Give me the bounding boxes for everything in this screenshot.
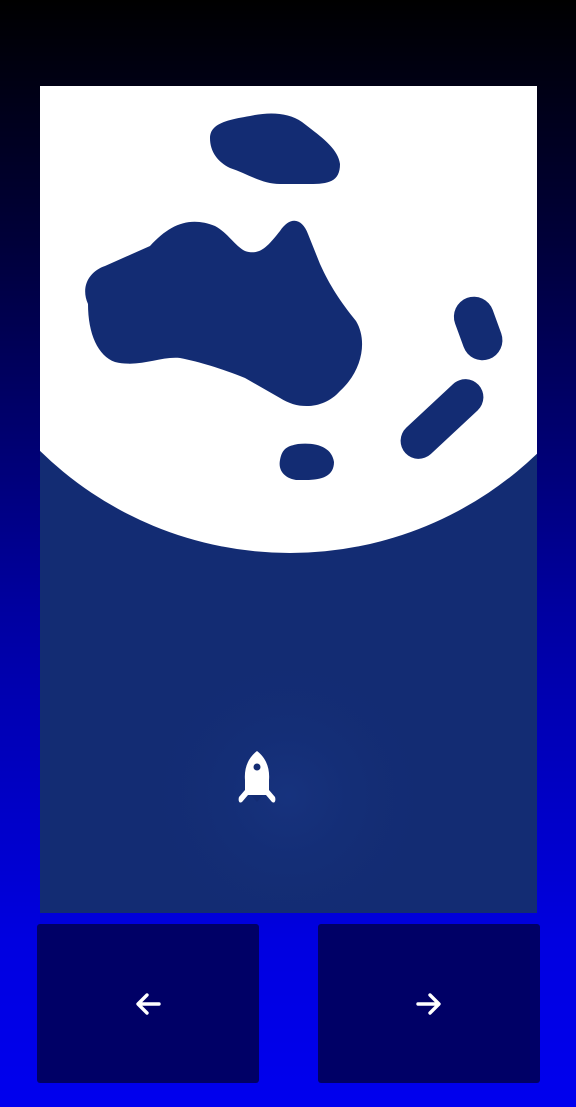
arrow-right-icon bbox=[416, 992, 441, 1015]
arrow-left-icon bbox=[136, 992, 161, 1015]
rocket-icon bbox=[238, 751, 276, 803]
game-panel bbox=[40, 86, 537, 913]
planet-scene bbox=[40, 86, 537, 913]
move-left-button[interactable] bbox=[37, 924, 259, 1083]
rocket-glow bbox=[138, 646, 438, 913]
island-small bbox=[279, 443, 334, 480]
move-right-button[interactable] bbox=[318, 924, 540, 1083]
